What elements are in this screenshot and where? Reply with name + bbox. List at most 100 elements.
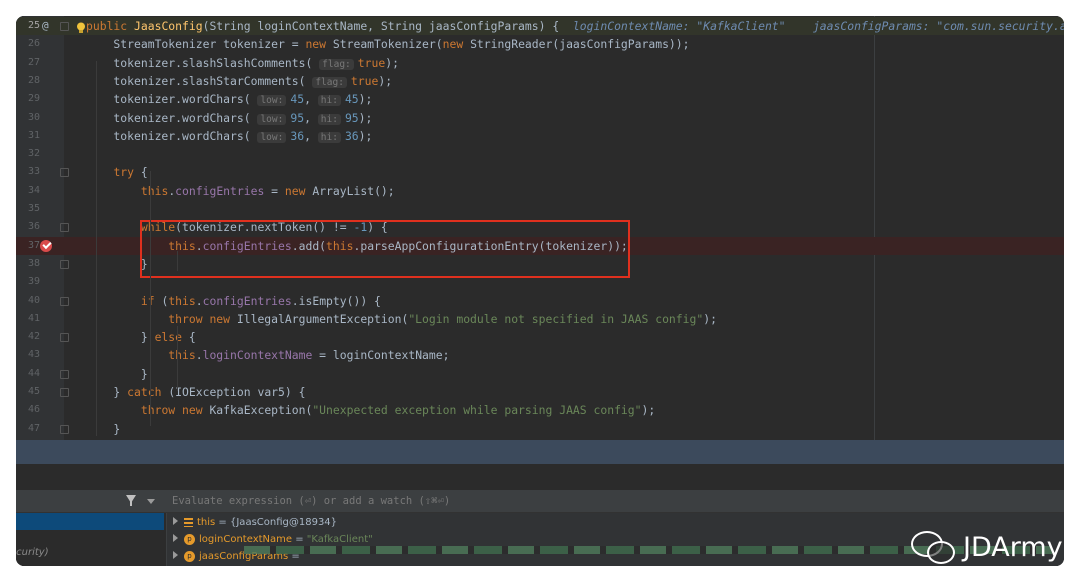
parameter-hint: flag:	[312, 76, 347, 88]
code-line[interactable]: 44 }	[16, 365, 1064, 383]
code-line[interactable]: 40 if (this.configEntries.isEmpty()) {	[16, 292, 1064, 310]
code-line[interactable]: 42 } else {	[16, 328, 1064, 346]
line-number[interactable]: 41	[16, 310, 40, 328]
fold-marker-icon[interactable]	[60, 333, 69, 343]
code-text: public JaasConfig(String loginContextNam…	[86, 17, 1064, 35]
line-number[interactable]: 27	[16, 54, 40, 72]
parameter-icon: p	[184, 550, 195, 562]
code-token: );	[358, 110, 373, 125]
line-number[interactable]: 28	[16, 72, 40, 90]
code-token: try	[113, 165, 141, 180]
fold-marker-icon[interactable]	[60, 296, 69, 306]
line-number[interactable]: 37	[16, 237, 40, 255]
code-line[interactable]: 30 tokenizer.wordChars( low: 95, hi: 95);	[16, 109, 1064, 127]
code-token: "Unexpected exception while parsing JAAS…	[312, 403, 642, 418]
line-number[interactable]: 26	[16, 35, 40, 53]
line-number[interactable]: 35	[16, 200, 40, 218]
line-number[interactable]: 44	[16, 365, 40, 383]
chevron-down-icon[interactable]	[147, 499, 155, 504]
parameter-hint: low:	[257, 95, 287, 107]
code-token: );	[358, 128, 373, 143]
code-text: if (this.configEntries.isEmpty()) {	[86, 292, 381, 310]
code-line[interactable]: 34 this.configEntries = new ArrayList();	[16, 182, 1064, 200]
code-token: {	[140, 165, 148, 180]
line-number[interactable]: 36	[16, 218, 40, 236]
code-token: );	[703, 311, 717, 326]
evaluate-expression-input[interactable]: Evaluate expression (⏎) or add a watch (…	[172, 490, 450, 512]
line-number[interactable]: 33	[16, 163, 40, 181]
override-marker[interactable]: @	[42, 17, 49, 35]
ide-window: 25 @ public JaasConfig(String loginContext…	[16, 16, 1064, 566]
line-number[interactable]: 30	[16, 109, 40, 127]
code-token: StringReader(jaasConfigParams));	[470, 37, 690, 52]
variable-row[interactable]: this = {JaasConfig@18934}	[173, 514, 337, 531]
indent-guide	[177, 326, 178, 391]
code-token: loginContextName	[202, 348, 313, 363]
fold-marker-icon[interactable]	[60, 424, 69, 434]
line-number[interactable]: 34	[16, 182, 40, 200]
code-line[interactable]: 25 @ public JaasConfig(String loginContext…	[16, 17, 1064, 35]
line-number[interactable]: 40	[16, 292, 40, 310]
code-token: configEntries	[202, 293, 292, 308]
code-line[interactable]: 46 throw new KafkaException("Unexpected …	[16, 401, 1064, 419]
line-number[interactable]: 38	[16, 255, 40, 273]
code-token: (IOException var5) {	[168, 385, 306, 399]
code-line[interactable]: 29 tokenizer.wordChars( low: 45, hi: 45);	[16, 90, 1064, 108]
code-line[interactable]: 45 } catch (IOException var5) {	[16, 383, 1064, 401]
fold-marker-icon[interactable]	[60, 388, 69, 397]
object-icon	[184, 517, 193, 527]
fold-marker-icon[interactable]	[60, 369, 69, 379]
code-token: loginContextName: "KafkaClient" jaasConf…	[572, 19, 1064, 33]
variable-name: loginContextName	[199, 534, 293, 545]
expand-arrow-icon[interactable]	[173, 517, 178, 525]
code-token: StreamTokenizer tokenizer =	[86, 37, 306, 52]
fold-marker-icon[interactable]	[60, 223, 69, 233]
expand-arrow-icon[interactable]	[173, 534, 178, 542]
code-token: throw new	[140, 403, 210, 418]
code-token: this	[168, 348, 196, 363]
line-number[interactable]: 47	[16, 420, 40, 438]
line-number[interactable]: 45	[16, 383, 40, 401]
code-token: );	[358, 92, 373, 107]
code-token: this	[140, 183, 169, 198]
line-number[interactable]: 39	[16, 273, 40, 291]
code-token: public	[86, 19, 135, 33]
code-line[interactable]: 41 throw new IllegalArgumentException("L…	[16, 310, 1064, 328]
breakpoint-icon[interactable]	[40, 239, 52, 252]
code-token: }	[86, 421, 121, 436]
fold-marker-icon[interactable]	[60, 259, 69, 269]
fold-marker-icon[interactable]	[60, 22, 69, 31]
code-line[interactable]: 35	[16, 200, 1064, 218]
frames-list[interactable]: ecurity)	[16, 513, 164, 566]
code-line[interactable]: 32	[16, 145, 1064, 163]
code-line[interactable]: 43 this.loginContextName = loginContextN…	[16, 346, 1064, 364]
code-line[interactable]: 26 StreamTokenizer tokenizer = new Strea…	[16, 35, 1064, 53]
code-editor[interactable]: 25 @ public JaasConfig(String loginContext…	[16, 16, 1064, 440]
fold-marker-icon[interactable]	[60, 168, 69, 178]
frame-label[interactable]: ecurity)	[16, 547, 49, 558]
selected-frame[interactable]	[16, 513, 164, 530]
horizontal-scrollbar[interactable]	[16, 440, 1064, 464]
code-line[interactable]: 47 }	[16, 420, 1064, 438]
code-text: tokenizer.wordChars( low: 36, hi: 36);	[86, 127, 372, 147]
line-number[interactable]: 46	[16, 401, 40, 419]
line-number[interactable]: 43	[16, 346, 40, 364]
line-number[interactable]: 31	[16, 127, 40, 145]
code-text: this.configEntries = new ArrayList();	[86, 182, 395, 200]
line-number[interactable]: 32	[16, 145, 40, 163]
code-token: 36	[344, 128, 359, 143]
expand-arrow-icon[interactable]	[173, 551, 178, 559]
code-line[interactable]: 33 try {	[16, 163, 1064, 181]
lightbulb-icon[interactable]	[76, 19, 86, 33]
watermark: JDArmy	[909, 525, 1063, 566]
line-number[interactable]: 29	[16, 90, 40, 108]
code-line[interactable]: 27 tokenizer.slashSlashComments( flag: tr…	[16, 54, 1064, 72]
parameter-hint: hi:	[317, 131, 341, 143]
line-number[interactable]: 42	[16, 328, 40, 346]
line-number[interactable]: 25	[16, 17, 40, 35]
code-line[interactable]: 28 tokenizer.slashStarComments( flag: tru…	[16, 72, 1064, 90]
code-token: =	[264, 183, 285, 198]
code-line[interactable]: 31 tokenizer.wordChars( low: 36, hi: 36);	[16, 127, 1064, 145]
